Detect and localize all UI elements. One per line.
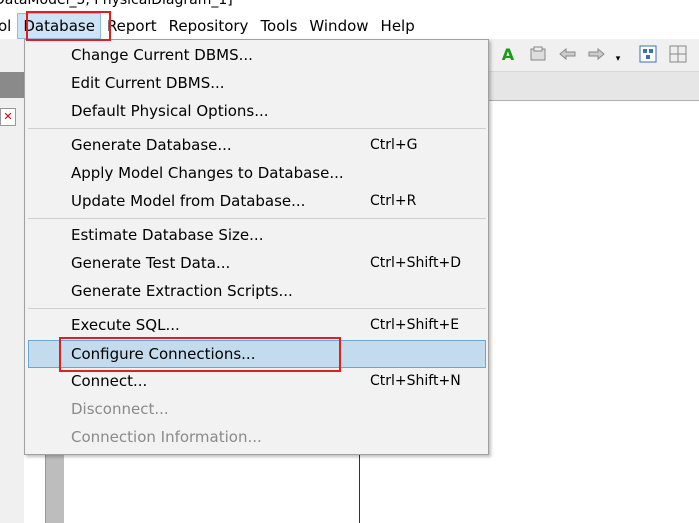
left-panel-header: [0, 72, 24, 98]
menu-item-apply-model-changes[interactable]: Apply Model Changes to Database...: [28, 160, 486, 186]
text-a-icon[interactable]: A: [498, 44, 518, 64]
menu-separator: [28, 218, 486, 219]
menu-item-label: Generate Extraction Scripts...: [71, 282, 293, 300]
menu-item-label: Change Current DBMS...: [71, 46, 253, 64]
insert-image-icon[interactable]: [528, 44, 548, 64]
menu-item-label: Configure Connections...: [71, 345, 256, 363]
menu-report[interactable]: Report: [101, 13, 163, 39]
menu-bar: ol Database Report Repository Tools Wind…: [0, 13, 699, 39]
menu-item-change-current-dbms[interactable]: Change Current DBMS...: [28, 42, 486, 68]
menu-item-generate-test-data[interactable]: Generate Test Data... Ctrl+Shift+D: [28, 250, 486, 276]
delete-icon[interactable]: ✕: [0, 108, 16, 126]
left-scrollbar[interactable]: [45, 455, 64, 523]
menu-item-label: Generate Test Data...: [71, 254, 231, 272]
redo-arrow-icon[interactable]: [586, 44, 606, 64]
more-dropdown-icon[interactable]: ▾: [612, 53, 624, 65]
diagram-view-icon[interactable]: [638, 44, 658, 64]
menu-item-connection-information: Connection Information...: [28, 424, 486, 450]
menu-item-connect[interactable]: Connect... Ctrl+Shift+N: [28, 368, 486, 394]
menu-item-default-physical-options[interactable]: Default Physical Options...: [28, 98, 486, 124]
diagram-tab-strip: [488, 72, 699, 101]
menu-item-estimate-database-size[interactable]: Estimate Database Size...: [28, 222, 486, 248]
menu-repository[interactable]: Repository: [163, 13, 255, 39]
menu-item-label: Disconnect...: [71, 400, 169, 418]
menu-item-execute-sql[interactable]: Execute SQL... Ctrl+Shift+E: [28, 312, 486, 338]
menu-item-label: Default Physical Options...: [71, 102, 269, 120]
menu-item-generate-database[interactable]: Generate Database... Ctrl+G: [28, 132, 486, 158]
menu-item-shortcut: Ctrl+Shift+D: [370, 255, 461, 271]
menu-tool-partial[interactable]: ol: [0, 13, 17, 39]
diagram-divider: [359, 455, 360, 523]
window-title: DataModel_5, PhysicalDiagram_1]: [0, 0, 233, 8]
menu-item-label: Estimate Database Size...: [71, 226, 264, 244]
database-menu-dropdown: Change Current DBMS... Edit Current DBMS…: [24, 39, 489, 455]
menu-item-label: Connection Information...: [71, 428, 262, 446]
menu-item-label: Generate Database...: [71, 136, 232, 154]
toolbar: A ▾: [488, 39, 699, 72]
menu-item-shortcut: Ctrl+Shift+N: [370, 373, 461, 389]
menu-item-shortcut: Ctrl+R: [370, 193, 417, 209]
menu-database[interactable]: Database: [17, 13, 101, 39]
menu-help[interactable]: Help: [375, 13, 421, 39]
menu-item-label: Edit Current DBMS...: [71, 74, 225, 92]
menu-item-update-model-from-database[interactable]: Update Model from Database... Ctrl+R: [28, 188, 486, 214]
menu-item-disconnect: Disconnect...: [28, 396, 486, 422]
menu-item-label: Connect...: [71, 372, 148, 390]
menu-tools[interactable]: Tools: [254, 13, 303, 39]
menu-separator: [28, 308, 486, 309]
menu-item-shortcut: Ctrl+G: [370, 137, 418, 153]
menu-item-label: Apply Model Changes to Database...: [71, 164, 344, 182]
grid-view-icon[interactable]: [668, 44, 688, 64]
menu-window[interactable]: Window: [303, 13, 374, 39]
menu-item-label: Execute SQL...: [71, 316, 180, 334]
menu-item-shortcut: Ctrl+Shift+E: [370, 317, 460, 333]
menu-item-edit-current-dbms[interactable]: Edit Current DBMS...: [28, 70, 486, 96]
menu-item-configure-connections[interactable]: Configure Connections...: [28, 340, 486, 368]
menu-item-label: Update Model from Database...: [71, 192, 306, 210]
menu-separator: [28, 128, 486, 129]
menu-item-generate-extraction-scripts[interactable]: Generate Extraction Scripts...: [28, 278, 486, 304]
undo-arrow-icon[interactable]: [558, 44, 578, 64]
